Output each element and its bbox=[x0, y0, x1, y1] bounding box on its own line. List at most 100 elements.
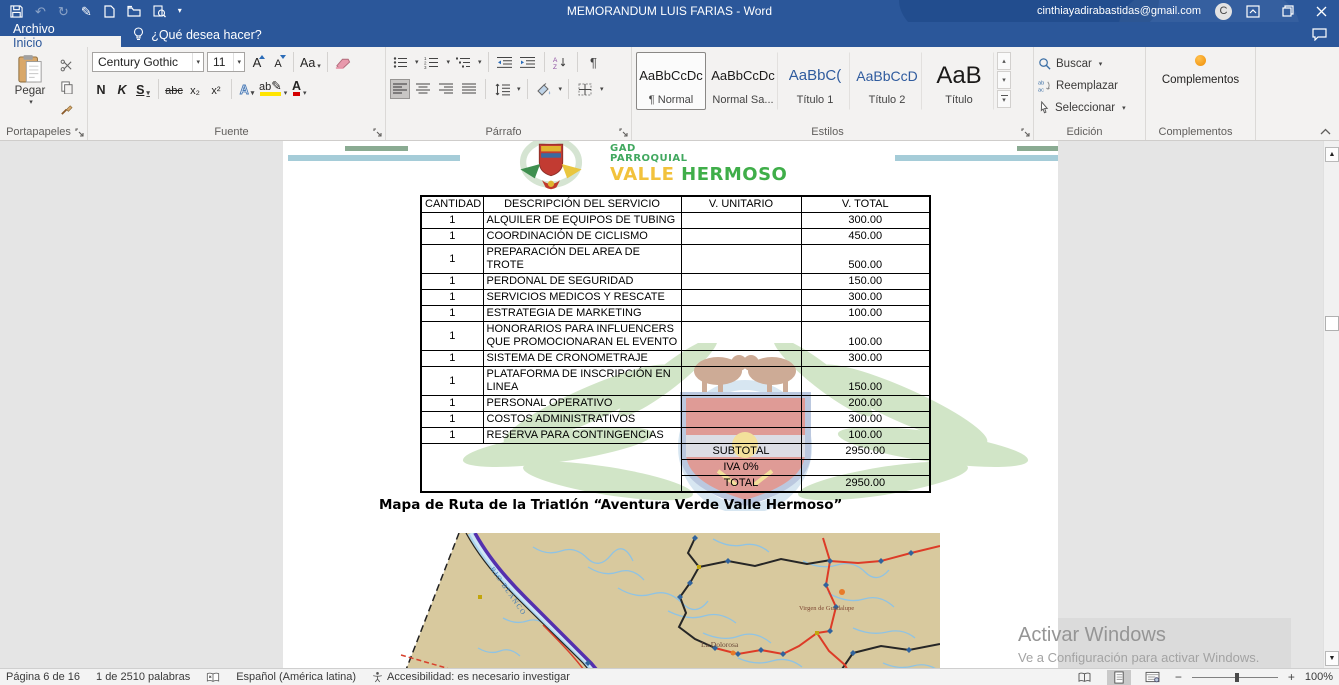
font-size-combo[interactable]: 11 ▾ bbox=[207, 52, 245, 72]
style-card-titulo1[interactable]: AaBbC( Título 1 bbox=[780, 52, 850, 110]
line-spacing-button[interactable] bbox=[492, 79, 512, 99]
close-window-icon[interactable] bbox=[1316, 6, 1327, 17]
save-icon[interactable] bbox=[10, 4, 23, 18]
scroll-down-button[interactable]: ▼ bbox=[1325, 651, 1339, 666]
proofing-status-icon[interactable] bbox=[206, 672, 220, 683]
new-document-icon[interactable] bbox=[104, 4, 115, 18]
word-count[interactable]: 1 de 2510 palabras bbox=[96, 671, 190, 683]
zoom-slider[interactable] bbox=[1192, 677, 1278, 678]
zoom-slider-thumb[interactable] bbox=[1235, 673, 1239, 682]
qat-customize-icon[interactable]: ▾ bbox=[178, 4, 182, 18]
dialog-launcher-icon[interactable] bbox=[1021, 128, 1030, 137]
cell-cantidad: 1 bbox=[421, 245, 483, 274]
align-left-button[interactable] bbox=[390, 79, 410, 99]
style-card-normal-sangria[interactable]: AaBbCcDc Normal Sa... bbox=[708, 52, 778, 110]
increase-indent-button[interactable] bbox=[518, 52, 538, 72]
numbering-button[interactable]: 123 bbox=[422, 52, 442, 72]
paste-button[interactable]: Pegar ▾ bbox=[4, 52, 56, 124]
table-row: 1 PREPARACIÓN DEL AREA DE TROTE 500.00 bbox=[421, 245, 930, 274]
tell-me-box[interactable]: ¿Qué desea hacer? bbox=[121, 22, 274, 47]
highlight-color-button[interactable]: ab✎▾ bbox=[259, 79, 287, 99]
clear-formatting-button[interactable] bbox=[334, 52, 352, 72]
clipboard-icon bbox=[17, 54, 43, 84]
multilevel-list-button[interactable] bbox=[453, 52, 473, 72]
style-card-titulo2[interactable]: AaBbCcD Título 2 bbox=[852, 52, 922, 110]
redo-icon[interactable]: ↻ bbox=[58, 4, 69, 18]
font-family-combo[interactable]: Century Gothic ▾ bbox=[92, 52, 204, 72]
superscript-button[interactable]: x² bbox=[207, 79, 225, 99]
justify-button[interactable] bbox=[459, 79, 479, 99]
format-painter-button[interactable] bbox=[56, 100, 76, 118]
scrollbar-thumb[interactable] bbox=[1325, 316, 1339, 331]
read-mode-button[interactable] bbox=[1073, 670, 1097, 685]
zoom-out-button[interactable]: − bbox=[1175, 670, 1182, 684]
language-indicator[interactable]: Español (América latina) bbox=[236, 671, 356, 683]
addin-dot-icon[interactable] bbox=[1195, 55, 1206, 66]
activation-title: Activar Windows bbox=[1018, 624, 1166, 647]
addins-button[interactable]: Complementos bbox=[1162, 74, 1239, 86]
zoom-in-button[interactable]: + bbox=[1288, 670, 1295, 684]
undo-icon[interactable]: ↶ bbox=[35, 4, 46, 18]
cell-total: 100.00 bbox=[801, 306, 930, 322]
change-case-button[interactable]: Aa▾ bbox=[300, 52, 321, 72]
text-effects-button[interactable]: A▾ bbox=[238, 79, 256, 99]
italic-button[interactable]: K bbox=[113, 79, 131, 99]
draw-icon[interactable]: ✎ bbox=[81, 4, 92, 18]
font-color-button[interactable]: A▾ bbox=[290, 79, 308, 99]
style-card-normal[interactable]: AaBbCcDc ¶ Normal bbox=[636, 52, 706, 110]
print-layout-button[interactable] bbox=[1107, 670, 1131, 685]
budget-table[interactable]: CANTIDAD DESCRIPCIÓN DEL SERVICIO V. UNI… bbox=[420, 195, 931, 493]
shrink-font-button[interactable]: A bbox=[269, 52, 287, 72]
bullets-button[interactable] bbox=[390, 52, 410, 72]
align-right-button[interactable] bbox=[436, 79, 456, 99]
select-button[interactable]: Seleccionar▾ bbox=[1038, 98, 1141, 117]
route-map-image[interactable]: RIO BLANCO La Dolorosa Virgen de Guadalu… bbox=[383, 533, 940, 668]
accessibility-status[interactable]: Accesibilidad: es necesario investigar bbox=[372, 671, 570, 683]
restore-window-icon[interactable] bbox=[1282, 5, 1294, 17]
show-formatting-marks-button[interactable]: ¶ bbox=[584, 52, 604, 72]
bold-button[interactable]: N bbox=[92, 79, 110, 99]
subscript-button[interactable]: x₂ bbox=[186, 79, 204, 99]
dialog-launcher-icon[interactable] bbox=[75, 128, 84, 137]
styles-row-up-button[interactable]: ▴ bbox=[997, 52, 1011, 70]
feedback-comment-icon[interactable] bbox=[1300, 22, 1339, 47]
cut-button[interactable] bbox=[56, 56, 76, 74]
cell-descripcion: ALQUILER DE EQUIPOS DE TUBING bbox=[483, 213, 681, 229]
strikethrough-button[interactable]: abc bbox=[165, 79, 183, 99]
collapse-ribbon-icon[interactable] bbox=[1320, 128, 1331, 135]
style-card-titulo[interactable]: AaB Título bbox=[924, 52, 994, 110]
account-email[interactable]: cinthiayadirabastidas@gmail.com bbox=[1037, 5, 1201, 17]
find-button[interactable]: Buscar▾ bbox=[1038, 54, 1141, 73]
account-avatar[interactable]: C bbox=[1215, 3, 1232, 20]
cell-cantidad: 1 bbox=[421, 322, 483, 351]
zoom-level[interactable]: 100% bbox=[1305, 671, 1333, 683]
align-center-button[interactable] bbox=[413, 79, 433, 99]
dialog-launcher-icon[interactable] bbox=[373, 128, 382, 137]
chevron-down-icon: ▾ bbox=[29, 98, 33, 106]
sort-button[interactable]: AZ bbox=[551, 52, 571, 72]
scroll-up-button[interactable]: ▲ bbox=[1325, 147, 1339, 162]
group-estilos: AaBbCcDc ¶ Normal AaBbCcDc Normal Sa... … bbox=[632, 47, 1034, 140]
dialog-launcher-icon[interactable] bbox=[619, 128, 628, 137]
web-layout-button[interactable] bbox=[1141, 670, 1165, 685]
logo-org-line2: PARROQUIAL bbox=[610, 154, 787, 164]
grow-font-button[interactable]: A bbox=[248, 52, 266, 72]
lightbulb-icon bbox=[133, 27, 144, 42]
page-indicator[interactable]: Página 6 de 16 bbox=[6, 671, 80, 683]
styles-row-down-button[interactable]: ▾ bbox=[997, 71, 1011, 89]
document-page[interactable]: GAD PARROQUIAL VALLE HERMOSO bbox=[283, 141, 1058, 668]
ribbon-display-options-icon[interactable] bbox=[1246, 5, 1260, 18]
print-preview-icon[interactable] bbox=[153, 4, 166, 18]
shading-button[interactable] bbox=[534, 79, 554, 99]
table-row: 1 SISTEMA DE CRONOMETRAJE 300.00 bbox=[421, 351, 930, 367]
open-folder-icon[interactable] bbox=[127, 4, 141, 18]
underline-button[interactable]: S▾ bbox=[134, 79, 152, 99]
replace-button[interactable]: abac Reemplazar bbox=[1038, 76, 1141, 95]
copy-button[interactable] bbox=[56, 78, 76, 96]
group-portapapeles: Pegar ▾ Portapapeles bbox=[0, 47, 88, 140]
decrease-indent-button[interactable] bbox=[495, 52, 515, 72]
styles-gallery-expand-button[interactable]: ▾ bbox=[997, 90, 1011, 108]
ribbon-tab[interactable]: Archivo bbox=[0, 22, 121, 36]
vertical-scrollbar[interactable]: ▲ ▼ bbox=[1323, 141, 1339, 668]
borders-button[interactable] bbox=[575, 79, 595, 99]
